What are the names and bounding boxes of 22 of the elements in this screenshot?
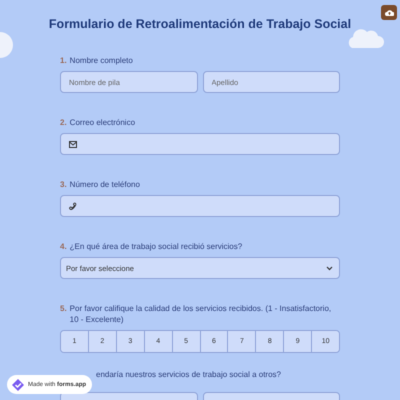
cloud-drawing bbox=[346, 27, 384, 49]
upload-button[interactable] bbox=[381, 5, 397, 20]
question-label: endaría nuestros servicios de trabajo social a otros? bbox=[96, 369, 281, 380]
input-field[interactable] bbox=[60, 195, 340, 217]
logo-icon bbox=[11, 378, 25, 392]
question-label: ¿En qué área de trabajo social recibió servicios? bbox=[70, 241, 242, 252]
cloud-drawing bbox=[0, 30, 14, 60]
question-label: Nombre completo bbox=[70, 55, 133, 66]
envelope-icon bbox=[69, 140, 77, 148]
question-number: 1. bbox=[60, 55, 67, 66]
question-label: Número de teléfono bbox=[70, 179, 140, 190]
form-title: Formulario de Retroalimentación de Trabajo Social bbox=[48, 16, 352, 33]
question-label: Por favor califique la calidad de los servicios recibidos. (1 - Insatisfactorio, 10 - Excelente) bbox=[70, 303, 332, 325]
cloud-upload-icon bbox=[384, 9, 394, 16]
question-number: 2. bbox=[60, 117, 67, 128]
input-field[interactable] bbox=[60, 133, 340, 155]
question-number: 4. bbox=[60, 241, 67, 252]
question-label: Correo electrónico bbox=[70, 117, 136, 128]
question-number: 3. bbox=[60, 179, 67, 190]
chevron-down-icon bbox=[326, 266, 333, 270]
phone-icon bbox=[69, 202, 77, 210]
question-number: 5. bbox=[60, 303, 67, 315]
